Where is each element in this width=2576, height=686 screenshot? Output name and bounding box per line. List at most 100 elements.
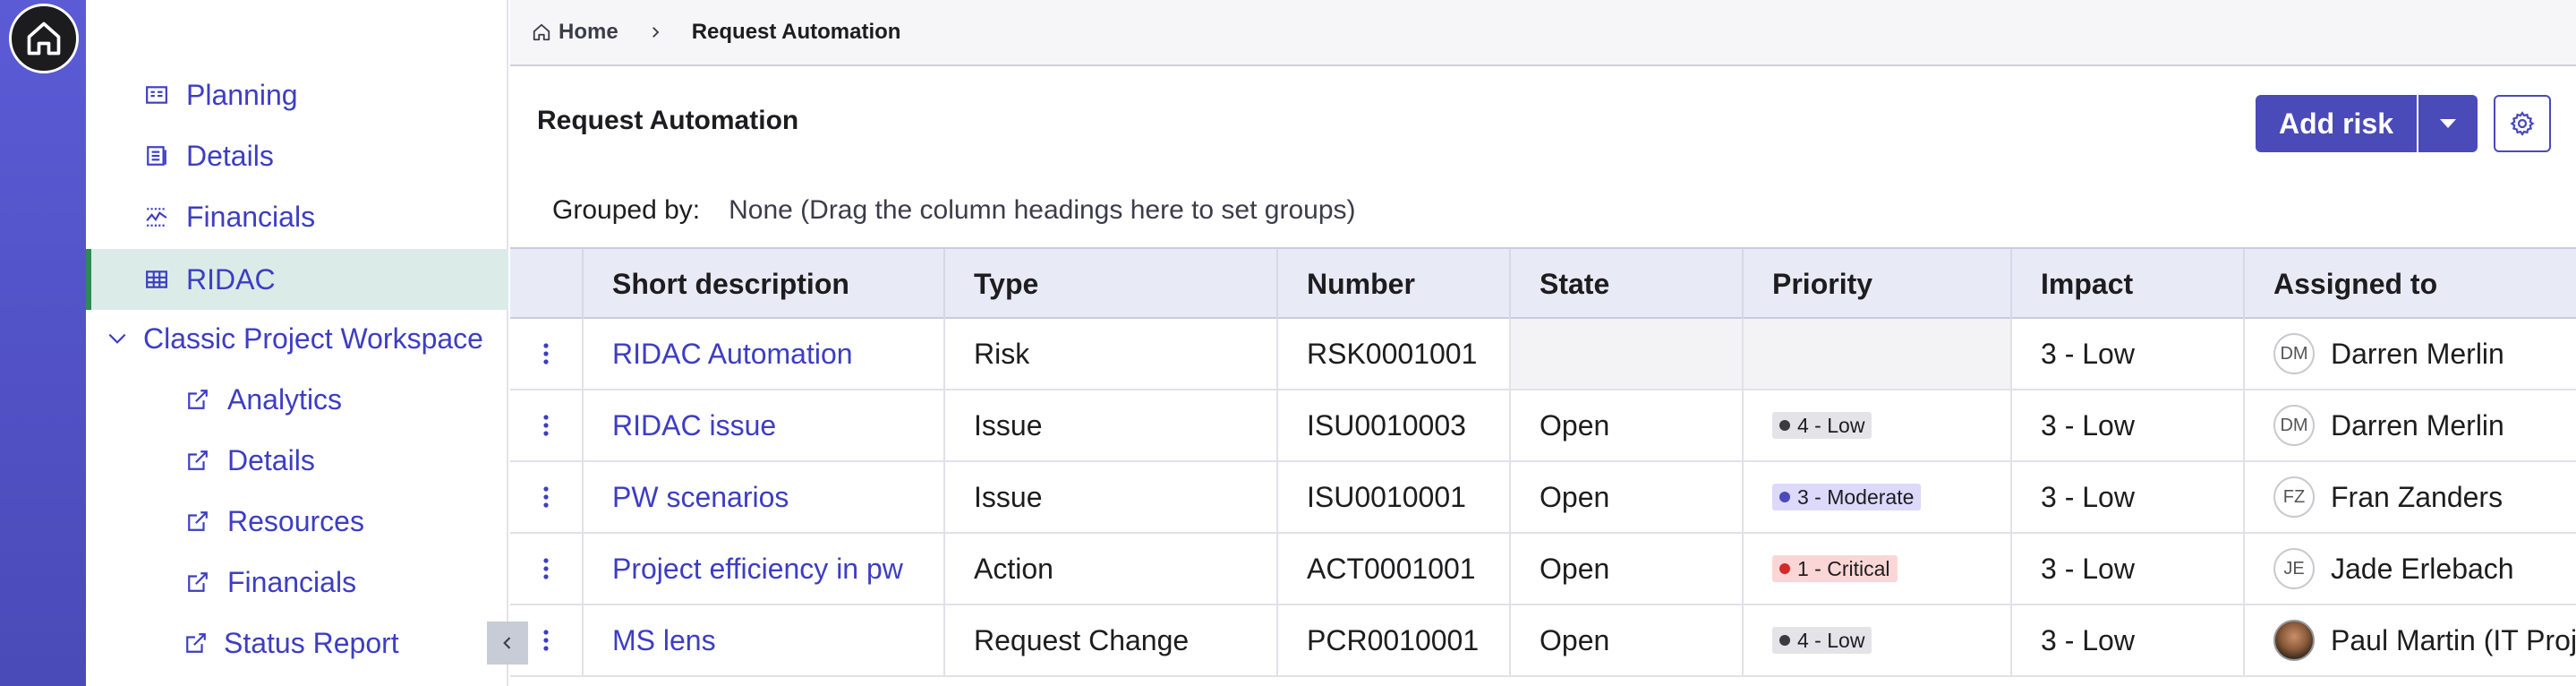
table-icon <box>143 266 170 293</box>
type-cell: Action <box>943 534 1276 604</box>
priority-cell: 1 - Critical <box>1742 534 2010 604</box>
column-header-short-description[interactable]: Short description <box>582 249 943 319</box>
impact-cell: 3 - Low <box>2010 319 2243 389</box>
nav-item-label: Financials <box>186 200 316 233</box>
type-cell: Risk <box>943 319 1276 389</box>
nav-item-status-report[interactable]: Status Report <box>86 613 399 673</box>
nav-item-label: Financials <box>227 565 357 598</box>
external-link-icon <box>184 508 211 535</box>
row-actions-icon[interactable] <box>510 390 582 460</box>
table-row: Project efficiency in pw Action ACT00010… <box>510 534 2576 605</box>
priority-label: 4 - Low <box>1797 628 1865 652</box>
priority-label: 4 - Low <box>1797 413 1865 437</box>
column-header-state[interactable]: State <box>1509 249 1742 319</box>
nav-item-analytics[interactable]: Analytics <box>86 369 508 430</box>
nav-item-label: Resources <box>227 504 364 537</box>
nav-item-label: Analytics <box>227 382 343 416</box>
impact-cell: 3 - Low <box>2010 605 2243 675</box>
home-icon <box>533 23 550 41</box>
nav-item-label: Status Report <box>224 626 399 659</box>
nav-item-label: Details <box>227 443 315 476</box>
nav-item-label: RIDAC <box>186 262 276 296</box>
table-row: RIDAC Automation Risk RSK0001001 3 - Low… <box>510 319 2576 390</box>
column-header-assigned-to[interactable]: Assigned to <box>2243 249 2576 319</box>
column-header-impact[interactable]: Impact <box>2010 249 2243 319</box>
row-actions-icon[interactable] <box>510 319 582 389</box>
priority-dot <box>1779 492 1790 502</box>
add-menu-dropdown-button[interactable] <box>2418 95 2478 152</box>
nav-item-financials[interactable]: Financials <box>86 186 508 247</box>
breadcrumb-home[interactable]: Home <box>532 20 618 45</box>
short-description-link[interactable]: RIDAC issue <box>582 390 943 460</box>
list-settings-button[interactable] <box>2494 95 2551 152</box>
breadcrumb-current: Request Automation <box>691 20 901 44</box>
nav-item-resources[interactable]: Resources <box>86 491 508 552</box>
caret-down-icon <box>2440 119 2456 128</box>
breadcrumb: Home Request Automation <box>510 0 2576 66</box>
details-icon <box>143 142 170 169</box>
short-description-link[interactable]: MS lens <box>582 605 943 675</box>
priority-badge: 3 - Moderate <box>1772 484 1922 510</box>
priority-cell: 4 - Low <box>1742 390 2010 460</box>
type-cell: Request Change <box>943 605 1276 675</box>
priority-dot <box>1779 420 1790 431</box>
avatar <box>2273 620 2315 661</box>
nav-item-label: Planning <box>186 78 298 111</box>
app-rail <box>0 0 86 686</box>
external-link-icon <box>184 447 211 474</box>
assigned-to-name: Darren Merlin <box>2331 408 2504 442</box>
gear-icon <box>2510 111 2535 136</box>
assigned-to-cell[interactable]: FZ Fran Zanders <box>2243 462 2576 532</box>
nav-item-ridac[interactable]: RIDAC <box>86 249 508 310</box>
home-button[interactable] <box>9 4 79 73</box>
short-description-link[interactable]: PW scenarios <box>582 462 943 532</box>
assigned-to-cell[interactable]: Paul Martin (IT Proje <box>2243 605 2576 675</box>
row-actions-icon[interactable] <box>510 534 582 604</box>
home-icon <box>27 21 61 56</box>
table-row: PW scenarios Issue ISU0010001 Open 3 - M… <box>510 462 2576 534</box>
chevron-down-icon <box>104 325 131 352</box>
column-header-type[interactable]: Type <box>943 249 1276 319</box>
add-risk-button[interactable]: Add risk <box>2256 95 2417 152</box>
nav-item-financials-link[interactable]: Financials <box>86 552 508 613</box>
number-cell: RSK0001001 <box>1276 319 1509 389</box>
assigned-to-cell[interactable]: JE Jade Erlebach <box>2243 534 2576 604</box>
short-description-link[interactable]: RIDAC Automation <box>582 319 943 389</box>
priority-dot <box>1779 563 1790 574</box>
external-link-icon <box>184 630 208 656</box>
priority-dot <box>1779 635 1790 646</box>
row-actions-icon[interactable] <box>510 462 582 532</box>
external-link-icon <box>184 569 211 596</box>
group-by-bar[interactable]: Grouped by: None (Drag the column headin… <box>552 195 1356 226</box>
state-cell: Open <box>1509 605 1742 675</box>
state-cell: Open <box>1509 534 1742 604</box>
short-description-link[interactable]: Project efficiency in pw <box>582 534 943 604</box>
priority-cell: 3 - Moderate <box>1742 462 2010 532</box>
assigned-to-name: Paul Martin (IT Proje <box>2331 623 2576 656</box>
avatar: JE <box>2273 548 2315 589</box>
assigned-to-cell[interactable]: DM Darren Merlin <box>2243 319 2576 389</box>
priority-badge: 1 - Critical <box>1772 555 1898 582</box>
external-link-icon <box>184 386 211 413</box>
group-by-label: Grouped by: <box>552 195 701 225</box>
nav-group-classic-project-workspace[interactable]: Classic Project Workspace <box>86 308 508 369</box>
row-actions-icon[interactable] <box>510 605 582 675</box>
priority-cell <box>1742 319 2010 389</box>
nav-item-planning[interactable]: Planning <box>86 64 508 125</box>
column-header-number[interactable]: Number <box>1276 249 1509 319</box>
nav-item-details[interactable]: Details <box>86 125 508 186</box>
table-row: RIDAC issue Issue ISU0010003 Open 4 - Lo… <box>510 390 2576 462</box>
table-row: MS lens Request Change PCR0010001 Open 4… <box>510 605 2576 677</box>
planning-icon <box>143 81 170 108</box>
breadcrumb-home-label: Home <box>559 20 618 44</box>
column-header-priority[interactable]: Priority <box>1742 249 2010 319</box>
priority-label: 3 - Moderate <box>1797 484 1915 509</box>
number-cell: ACT0001001 <box>1276 534 1509 604</box>
impact-cell: 3 - Low <box>2010 462 2243 532</box>
assigned-to-cell[interactable]: DM Darren Merlin <box>2243 390 2576 460</box>
chevron-right-icon <box>647 24 663 40</box>
type-cell: Issue <box>943 462 1276 532</box>
priority-cell: 4 - Low <box>1742 605 2010 675</box>
nav-item-details-link[interactable]: Details <box>86 430 508 491</box>
type-cell: Issue <box>943 390 1276 460</box>
